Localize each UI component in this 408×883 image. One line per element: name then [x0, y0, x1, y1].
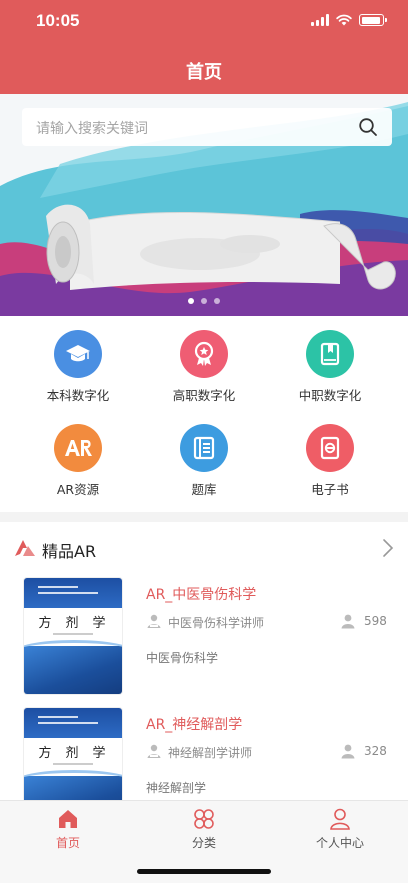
teacher-icon — [147, 614, 161, 628]
user-count-icon — [341, 744, 355, 759]
book-description: 神经解剖学 — [146, 781, 207, 795]
book-cover: 方剂学 — [24, 708, 122, 800]
book-item[interactable]: 方剂学 AR_神经解剖学 神经解剖学讲师 328 神经解剖学 — [0, 708, 408, 800]
book-title[interactable]: AR_神经解剖学 — [146, 714, 242, 734]
category-zhongzhi[interactable]: 中职数字化 — [262, 330, 398, 404]
graduation-cap-icon — [54, 330, 102, 378]
carousel-dot[interactable] — [201, 298, 207, 304]
home-indicator — [137, 869, 271, 874]
signal-icon — [311, 14, 329, 26]
status-time: 10:05 — [36, 11, 80, 30]
category-ar[interactable]: AR资源 — [10, 424, 146, 498]
category-label: 高职数字化 — [172, 388, 236, 403]
book-description: 中医骨伤科学 — [146, 651, 219, 665]
book-author: 中医骨伤科学讲师 — [168, 616, 265, 630]
book-cover: 方剂学 — [24, 578, 122, 694]
status-bar: 10:05 — [0, 0, 408, 44]
wifi-icon — [336, 14, 352, 26]
question-bank-icon — [180, 424, 228, 472]
book-author: 神经解剖学讲师 — [168, 746, 253, 760]
ar-logo-icon — [15, 540, 35, 556]
category-label: 中职数字化 — [298, 388, 362, 403]
tab-label: 首页 — [55, 836, 80, 850]
search-input[interactable]: 请输入搜索关键词 — [36, 118, 148, 138]
featured-ar-section: 精品AR 方剂学 AR_中医骨伤科学 中医骨伤科学讲师 598 中医骨伤科学 方… — [0, 522, 408, 800]
book-title[interactable]: AR_中医骨伤科学 — [146, 584, 256, 604]
book-view-count: 598 — [364, 614, 387, 628]
category-gaozhi[interactable]: 高职数字化 — [136, 330, 272, 404]
tab-label: 分类 — [191, 836, 216, 850]
tab-label: 个人中心 — [315, 836, 364, 850]
tab-home[interactable]: 首页 — [0, 807, 136, 851]
cover-title: 方剂学 — [38, 746, 120, 761]
section-header[interactable]: 精品AR — [0, 522, 408, 574]
status-icons — [311, 14, 387, 26]
user-count-icon — [341, 614, 355, 629]
book-bookmark-icon — [306, 330, 354, 378]
carousel-dot[interactable] — [188, 298, 194, 304]
user-icon — [330, 808, 350, 830]
category-grid: 本科数字化 高职数字化 中职数字化 AR资源 题库 电子书 — [0, 316, 408, 512]
home-icon — [59, 810, 77, 828]
ar-icon — [54, 424, 102, 472]
search-bar[interactable]: 请输入搜索关键词 — [22, 108, 392, 146]
tab-profile[interactable]: 个人中心 — [272, 807, 408, 851]
teacher-icon — [147, 744, 161, 758]
battery-icon — [359, 14, 387, 26]
book-view-count: 328 — [364, 744, 387, 758]
category-tiku[interactable]: 题库 — [136, 424, 272, 498]
tab-category[interactable]: 分类 — [136, 807, 272, 851]
category-label: 题库 — [191, 482, 217, 497]
tab-bar: 首页 分类 个人中心 — [0, 800, 408, 883]
search-icon[interactable] — [358, 117, 378, 137]
ebook-icon — [306, 424, 354, 472]
banner-carousel[interactable]: 请输入搜索关键词 — [0, 94, 408, 316]
category-ebook[interactable]: 电子书 — [262, 424, 398, 498]
cover-title: 方剂学 — [38, 616, 120, 631]
book-item[interactable]: 方剂学 AR_中医骨伤科学 中医骨伤科学讲师 598 中医骨伤科学 — [0, 578, 408, 706]
category-label: 电子书 — [311, 482, 349, 497]
category-label: AR资源 — [56, 482, 100, 497]
award-medal-icon — [180, 330, 228, 378]
category-label: 本科数字化 — [46, 388, 110, 403]
nav-bar: 首页 — [0, 44, 408, 94]
category-benke[interactable]: 本科数字化 — [10, 330, 146, 404]
carousel-indicator — [188, 298, 220, 304]
section-title: 精品AR — [42, 542, 97, 561]
carousel-dot[interactable] — [214, 298, 220, 304]
page-title: 首页 — [186, 62, 222, 83]
chevron-right-icon[interactable] — [382, 538, 394, 558]
category-icon — [194, 809, 214, 829]
